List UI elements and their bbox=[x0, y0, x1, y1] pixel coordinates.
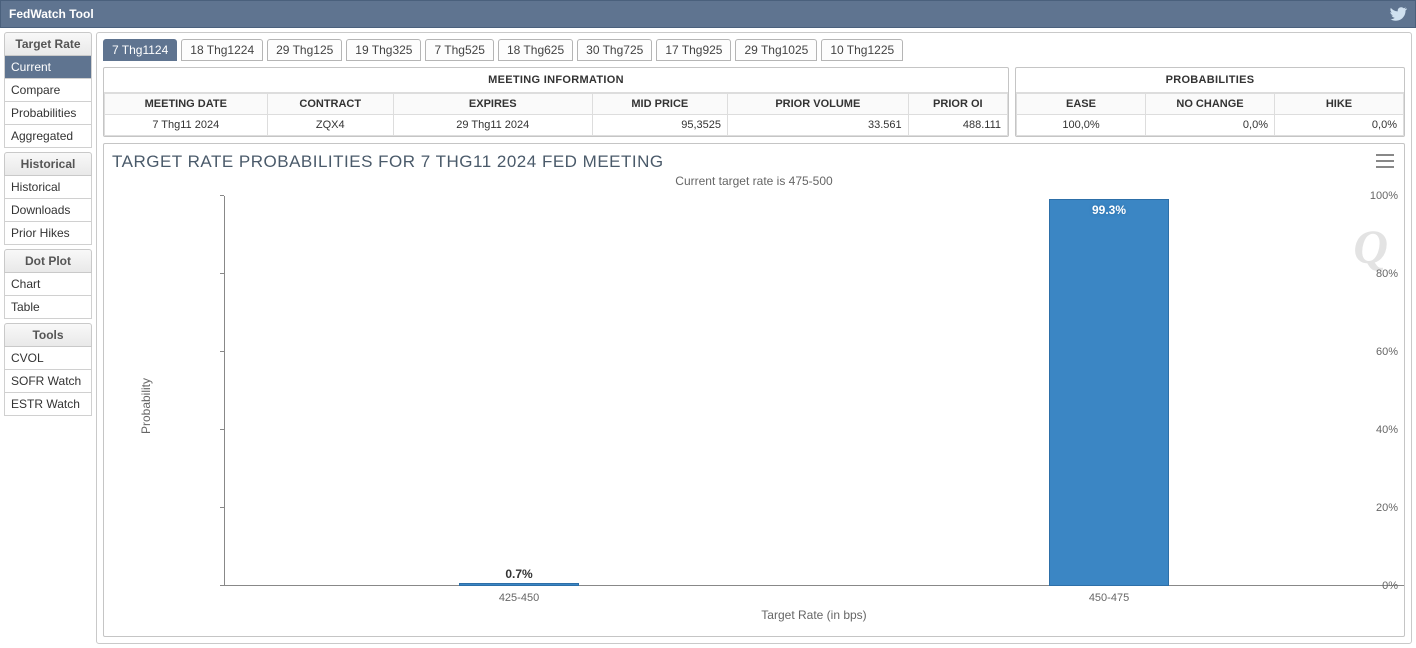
sidebar-header: Tools bbox=[4, 323, 92, 347]
sidebar-item-sofr-watch[interactable]: SOFR Watch bbox=[4, 370, 92, 393]
tab-10Thg1225[interactable]: 10 Thg1225 bbox=[821, 39, 903, 61]
table-cell: 100,0% bbox=[1017, 115, 1146, 136]
sidebar-item-downloads[interactable]: Downloads bbox=[4, 199, 92, 222]
bar-value-label: 0.7% bbox=[459, 567, 579, 581]
sidebar-item-estr-watch[interactable]: ESTR Watch bbox=[4, 393, 92, 416]
chart-area: Probability Q 0%20%40%60%80%100%0.7%425-… bbox=[164, 196, 1404, 616]
tab-30Thg725[interactable]: 30 Thg725 bbox=[577, 39, 652, 61]
main-panel: 7 Thg112418 Thg122429 Thg12519 Thg3257 T… bbox=[96, 32, 1412, 644]
x-axis-label: Target Rate (in bps) bbox=[224, 608, 1404, 622]
table-cell: 0,0% bbox=[1146, 115, 1275, 136]
sidebar-item-compare[interactable]: Compare bbox=[4, 79, 92, 102]
table-cell: 95,3525 bbox=[592, 115, 727, 136]
probabilities-table: EASENO CHANGEHIKE 100,0%0,0%0,0% bbox=[1016, 93, 1404, 136]
sidebar-item-chart[interactable]: Chart bbox=[4, 273, 92, 296]
app-title: FedWatch Tool bbox=[9, 0, 94, 28]
tab-29Thg125[interactable]: 29 Thg125 bbox=[267, 39, 342, 61]
tab-7Thg525[interactable]: 7 Thg525 bbox=[425, 39, 494, 61]
y-tick: 20% bbox=[1376, 502, 1398, 514]
table-cell: 29 Thg11 2024 bbox=[393, 115, 592, 136]
watermark: Q bbox=[1353, 220, 1388, 275]
hamburger-icon[interactable] bbox=[1376, 154, 1394, 168]
y-tick: 100% bbox=[1370, 190, 1398, 202]
bar-value-label: 99.3% bbox=[1049, 203, 1169, 217]
sidebar-item-prior-hikes[interactable]: Prior Hikes bbox=[4, 222, 92, 245]
table-cell: 0,0% bbox=[1275, 115, 1404, 136]
y-tick: 0% bbox=[1382, 580, 1398, 592]
x-tick: 450-475 bbox=[1089, 592, 1129, 604]
tab-19Thg325[interactable]: 19 Thg325 bbox=[346, 39, 421, 61]
tab-29Thg1025[interactable]: 29 Thg1025 bbox=[735, 39, 817, 61]
chart-panel: TARGET RATE PROBABILITIES FOR 7 THG11 20… bbox=[103, 143, 1405, 637]
table-header: MID PRICE bbox=[592, 94, 727, 115]
table-header: EASE bbox=[1017, 94, 1146, 115]
x-tick: 425-450 bbox=[499, 592, 539, 604]
sidebar-item-current[interactable]: Current bbox=[4, 56, 92, 79]
tab-7Thg1124[interactable]: 7 Thg1124 bbox=[103, 39, 177, 61]
tab-18Thg1224[interactable]: 18 Thg1224 bbox=[181, 39, 263, 61]
date-tabs: 7 Thg112418 Thg122429 Thg12519 Thg3257 T… bbox=[103, 39, 1405, 61]
meeting-info-table: MEETING DATECONTRACTEXPIRESMID PRICEPRIO… bbox=[104, 93, 1008, 136]
twitter-icon[interactable] bbox=[1389, 5, 1407, 23]
chart-subtitle: Current target rate is 475-500 bbox=[104, 174, 1404, 188]
tab-17Thg925[interactable]: 17 Thg925 bbox=[656, 39, 731, 61]
table-cell: 33.561 bbox=[728, 115, 909, 136]
sidebar-item-probabilities[interactable]: Probabilities bbox=[4, 102, 92, 125]
title-bar: FedWatch Tool bbox=[0, 0, 1416, 28]
y-axis-label: Probability bbox=[139, 378, 153, 434]
sidebar-header: Dot Plot bbox=[4, 249, 92, 273]
table-header: EXPIRES bbox=[393, 94, 592, 115]
y-tick: 80% bbox=[1376, 268, 1398, 280]
sidebar-header: Target Rate bbox=[4, 32, 92, 56]
bar-425-450[interactable] bbox=[459, 583, 579, 586]
meeting-info-panel: MEETING INFORMATION MEETING DATECONTRACT… bbox=[103, 67, 1009, 137]
table-header: PRIOR VOLUME bbox=[728, 94, 909, 115]
sidebar-item-cvol[interactable]: CVOL bbox=[4, 347, 92, 370]
sidebar-item-table[interactable]: Table bbox=[4, 296, 92, 319]
table-cell: 7 Thg11 2024 bbox=[105, 115, 268, 136]
sidebar-item-historical[interactable]: Historical bbox=[4, 176, 92, 199]
chart-title: TARGET RATE PROBABILITIES FOR 7 THG11 20… bbox=[104, 148, 1404, 176]
table-header: HIKE bbox=[1275, 94, 1404, 115]
table-header: CONTRACT bbox=[267, 94, 393, 115]
bar-450-475[interactable] bbox=[1049, 199, 1169, 586]
table-header: NO CHANGE bbox=[1146, 94, 1275, 115]
sidebar-item-aggregated[interactable]: Aggregated bbox=[4, 125, 92, 148]
y-tick: 40% bbox=[1376, 424, 1398, 436]
meeting-info-title: MEETING INFORMATION bbox=[104, 68, 1008, 93]
table-cell: ZQX4 bbox=[267, 115, 393, 136]
sidebar-header: Historical bbox=[4, 152, 92, 176]
probabilities-title: PROBABILITIES bbox=[1016, 68, 1404, 93]
table-header: MEETING DATE bbox=[105, 94, 268, 115]
y-tick: 60% bbox=[1376, 346, 1398, 358]
probabilities-panel: PROBABILITIES EASENO CHANGEHIKE 100,0%0,… bbox=[1015, 67, 1405, 137]
table-cell: 488.111 bbox=[908, 115, 1007, 136]
sidebar: Target RateCurrentCompareProbabilitiesAg… bbox=[4, 32, 92, 644]
table-header: PRIOR OI bbox=[908, 94, 1007, 115]
tab-18Thg625[interactable]: 18 Thg625 bbox=[498, 39, 573, 61]
